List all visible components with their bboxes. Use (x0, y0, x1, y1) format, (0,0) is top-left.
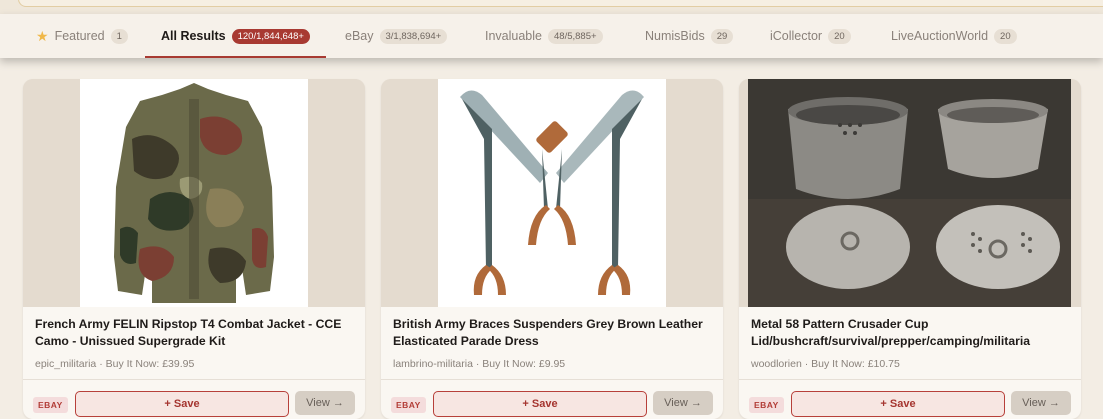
tab-all-results[interactable]: All Results 120/1,844,648+ (145, 14, 326, 58)
save-button[interactable]: + Save (75, 391, 289, 417)
listing-title[interactable]: French Army FELIN Ripstop T4 Combat Jack… (35, 316, 353, 350)
listing-image-area[interactable] (381, 79, 723, 307)
listing-footer: EBAY + Save View → (381, 379, 723, 419)
tab-count-badge: 20 (994, 28, 1017, 44)
camo-jacket-image (80, 79, 308, 307)
view-button[interactable]: View → (653, 391, 713, 415)
tab-featured[interactable]: ★ Featured 1 (36, 14, 128, 58)
tab-label: Invaluable (485, 29, 542, 43)
tab-count-badge: 120/1,844,648+ (231, 28, 310, 44)
view-button[interactable]: View → (295, 391, 355, 415)
tab-label: eBay (345, 29, 374, 43)
listing-card: British Army Braces Suspenders Grey Brow… (381, 79, 723, 419)
tab-ebay[interactable]: eBay 3/1,838,694+ (345, 14, 448, 58)
tab-count-badge: 48/5,885+ (548, 28, 603, 44)
listing-meta: epic_militaria · Buy It Now: £39.95 (35, 358, 195, 370)
listing-body: Metal 58 Pattern Crusader Cup Lid/bushcr… (739, 307, 1081, 419)
crusader-cup-image (748, 79, 1071, 307)
tab-invaluable[interactable]: Invaluable 48/5,885+ (485, 14, 603, 58)
search-panel-edge (18, 0, 1103, 7)
tab-count-badge: 20 (828, 28, 851, 44)
listing-card: Metal 58 Pattern Crusader Cup Lid/bushcr… (739, 79, 1081, 419)
view-button[interactable]: View → (1011, 391, 1071, 415)
listing-meta: lambrino-militaria · Buy It Now: £9.95 (393, 358, 566, 370)
source-badge: EBAY (749, 397, 784, 413)
tab-label: Featured (54, 29, 105, 43)
tab-label: NumisBids (645, 29, 705, 43)
listing-title[interactable]: British Army Braces Suspenders Grey Brow… (393, 316, 711, 350)
tab-count-badge: 29 (710, 28, 734, 44)
source-tab-bar: ★ Featured 1 All Results 120/1,844,648+ … (0, 14, 1103, 58)
tab-count-badge: 1 (110, 28, 128, 44)
listing-card: French Army FELIN Ripstop T4 Combat Jack… (23, 79, 365, 419)
star-icon: ★ (36, 27, 49, 44)
listing-title[interactable]: Metal 58 Pattern Crusader Cup Lid/bushcr… (751, 316, 1069, 350)
listing-body: British Army Braces Suspenders Grey Brow… (381, 307, 723, 419)
save-button[interactable]: + Save (791, 391, 1005, 417)
save-button[interactable]: + Save (433, 391, 647, 417)
top-strip (0, 0, 1103, 14)
listing-footer: EBAY + Save View → (23, 379, 365, 419)
listing-image-area[interactable] (739, 79, 1081, 307)
tab-numisbids[interactable]: NumisBids 29 (645, 14, 734, 58)
listing-footer: EBAY + Save View → (739, 379, 1081, 419)
listing-image-area[interactable] (23, 79, 365, 307)
tab-count-badge: 3/1,838,694+ (379, 28, 448, 44)
tab-label: All Results (161, 29, 226, 43)
tab-label: LiveAuctionWorld (891, 29, 989, 43)
tab-icollector[interactable]: iCollector 20 (770, 14, 851, 58)
tab-liveauctionworld[interactable]: LiveAuctionWorld 20 (891, 14, 1017, 58)
source-badge: EBAY (33, 397, 68, 413)
listing-body: French Army FELIN Ripstop T4 Combat Jack… (23, 307, 365, 419)
tab-label: iCollector (770, 29, 823, 43)
listing-meta: woodlorien · Buy It Now: £10.75 (751, 358, 900, 370)
braces-suspenders-image (438, 79, 666, 307)
source-badge: EBAY (391, 397, 426, 413)
